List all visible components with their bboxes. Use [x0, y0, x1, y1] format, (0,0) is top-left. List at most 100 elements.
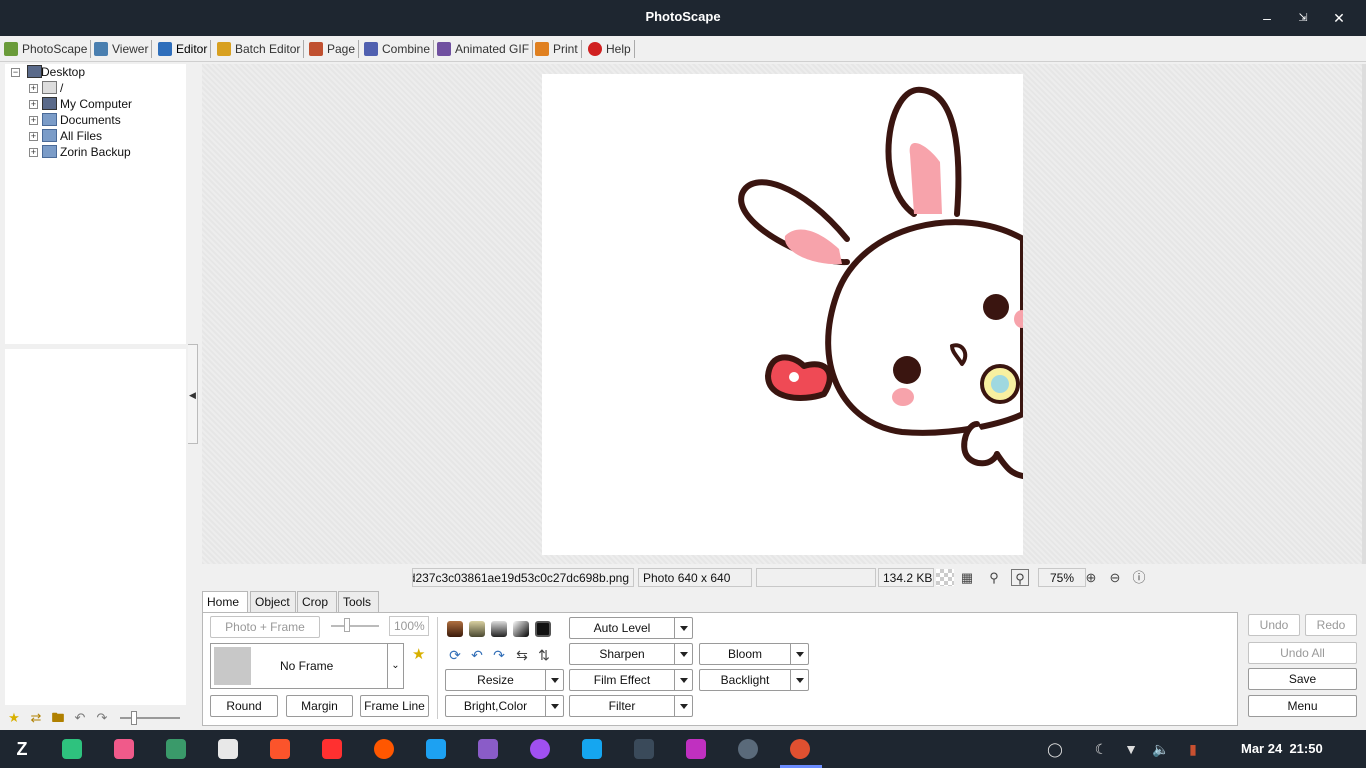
sharpen-dropdown[interactable]: Sharpen [569, 643, 693, 665]
bw-filter-icon[interactable] [513, 621, 529, 637]
network-globe-icon[interactable]: ◯ [1046, 740, 1064, 758]
battery-icon[interactable]: ▮ [1184, 740, 1202, 758]
zorin-menu-icon[interactable]: Z [12, 739, 32, 759]
tab-combine[interactable]: Combine [362, 38, 435, 60]
night-light-icon[interactable]: ☾ [1092, 740, 1110, 758]
rotate-free-icon[interactable]: ⟳ [446, 646, 464, 664]
youtube-icon[interactable] [322, 739, 342, 759]
frame-selector[interactable]: No Frame ⌄ [210, 643, 404, 689]
auto-level-dropdown[interactable]: Auto Level [569, 617, 693, 639]
tab-editor[interactable]: Editor [156, 38, 212, 60]
bright-color-dropdown-arrow[interactable] [545, 696, 563, 716]
favorite-frame-icon[interactable]: ★ [412, 645, 425, 663]
star-icon[interactable]: ★ [6, 710, 22, 726]
terminal-icon[interactable] [634, 739, 654, 759]
tiktok-icon[interactable] [114, 739, 134, 759]
tab-page[interactable]: Page [307, 38, 360, 60]
expand-icon[interactable]: + [29, 84, 38, 93]
forward-icon[interactable]: ↷ [94, 710, 110, 726]
folder-tree[interactable]: − Desktop + / + My Computer + Documents … [5, 64, 186, 344]
twitter-icon[interactable] [426, 739, 446, 759]
speedometer-icon[interactable] [738, 739, 758, 759]
tab-home[interactable]: Home [202, 591, 248, 613]
vintage-filter-icon[interactable] [469, 621, 485, 637]
expand-icon[interactable]: + [29, 148, 38, 157]
undo-button[interactable]: Undo [1248, 614, 1300, 636]
zoom-in-icon[interactable]: ⊕ [1082, 569, 1100, 586]
photo[interactable] [542, 74, 1023, 555]
negative-filter-icon[interactable] [535, 621, 551, 637]
expand-icon[interactable]: + [29, 100, 38, 109]
frame-opacity-thumb[interactable] [344, 618, 350, 632]
minimize-icon[interactable]: – [1257, 8, 1277, 28]
rotate-right-icon[interactable]: ↷ [490, 646, 508, 664]
actual-size-icon[interactable]: ⚲ [985, 569, 1003, 586]
transparency-icon[interactable] [936, 569, 954, 586]
collapse-icon[interactable]: − [11, 68, 20, 77]
filter-dropdown-arrow[interactable] [674, 696, 692, 716]
bloom-dropdown-arrow[interactable] [790, 644, 808, 664]
menu-button[interactable]: Menu [1248, 695, 1357, 717]
volume-icon[interactable]: 🔈 [1152, 740, 1170, 758]
open-folder-icon[interactable]: 🖿 [50, 710, 66, 726]
frame-opacity-slider[interactable] [331, 625, 379, 627]
auto-level-dropdown-arrow[interactable] [674, 618, 692, 638]
resize-dropdown-arrow[interactable] [545, 670, 563, 690]
back-icon[interactable]: ↶ [72, 710, 88, 726]
canvas-scrollbar[interactable] [1362, 64, 1366, 564]
tab-viewer[interactable]: Viewer [92, 38, 153, 60]
file-list-panel[interactable] [5, 349, 186, 705]
tab-photoscape[interactable]: PhotoScape [2, 38, 92, 60]
store-icon[interactable] [218, 739, 238, 759]
tasks-icon[interactable] [62, 739, 82, 759]
tiktok-web-icon[interactable] [478, 739, 498, 759]
fit-screen-icon[interactable]: ▦ [958, 569, 976, 586]
bloom-dropdown[interactable]: Bloom [699, 643, 809, 665]
resize-dropdown[interactable]: Resize [445, 669, 564, 691]
tab-tools[interactable]: Tools [338, 591, 379, 612]
files-icon[interactable] [166, 739, 186, 759]
sepia-filter-icon[interactable] [447, 621, 463, 637]
thumbnail-size-slider[interactable] [120, 717, 180, 719]
frame-line-button[interactable]: Frame Line [360, 695, 429, 717]
bright-color-dropdown[interactable]: Bright,Color [445, 695, 564, 717]
wifi-icon[interactable]: ▼ [1122, 740, 1140, 758]
save-button[interactable]: Save [1248, 668, 1357, 690]
close-icon[interactable]: ✕ [1329, 8, 1349, 28]
messenger-icon[interactable] [530, 739, 550, 759]
backlight-dropdown-arrow[interactable] [790, 670, 808, 690]
backlight-dropdown[interactable]: Backlight [699, 669, 809, 691]
photo-frame-button[interactable]: Photo + Frame [210, 616, 320, 638]
clock[interactable]: Mar 24 21:50 [1241, 730, 1323, 768]
redo-button[interactable]: Redo [1305, 614, 1357, 636]
round-button[interactable]: Round [210, 695, 278, 717]
zorin-connect-icon[interactable] [582, 739, 602, 759]
sharpen-dropdown-arrow[interactable] [674, 644, 692, 664]
tab-print[interactable]: Print [533, 38, 582, 60]
film-effect-dropdown[interactable]: Film Effect [569, 669, 693, 691]
restore-icon[interactable]: ⇲ [1293, 8, 1313, 28]
tab-object[interactable]: Object [250, 591, 296, 612]
rotate-left-icon[interactable]: ↶ [468, 646, 486, 664]
flip-horizontal-icon[interactable]: ⇆ [513, 646, 531, 664]
margin-button[interactable]: Margin [286, 695, 353, 717]
brave-icon[interactable] [270, 739, 290, 759]
tab-crop[interactable]: Crop [297, 591, 337, 612]
expand-icon[interactable]: + [29, 116, 38, 125]
film-effect-dropdown-arrow[interactable] [674, 670, 692, 690]
zoom-out-icon[interactable]: ⊖ [1106, 569, 1124, 586]
move-icon[interactable]: ⇄ [28, 710, 44, 726]
reddit-icon[interactable] [374, 739, 394, 759]
undo-all-button[interactable]: Undo All [1248, 642, 1357, 664]
tab-batch-editor[interactable]: Batch Editor [215, 38, 305, 60]
grayscale-filter-icon[interactable] [491, 621, 507, 637]
image-canvas[interactable] [202, 64, 1362, 564]
send-icon[interactable] [686, 739, 706, 759]
thumbnail-size-thumb[interactable] [131, 711, 137, 725]
expand-icon[interactable]: + [29, 132, 38, 141]
fit-zoom-icon[interactable]: ⚲ [1011, 569, 1029, 586]
info-icon[interactable]: ⓘ [1130, 569, 1148, 586]
tab-help[interactable]: Help [586, 38, 635, 60]
flip-vertical-icon[interactable]: ⇅ [535, 646, 553, 664]
tab-animated-gif[interactable]: Animated GIF [435, 38, 534, 60]
